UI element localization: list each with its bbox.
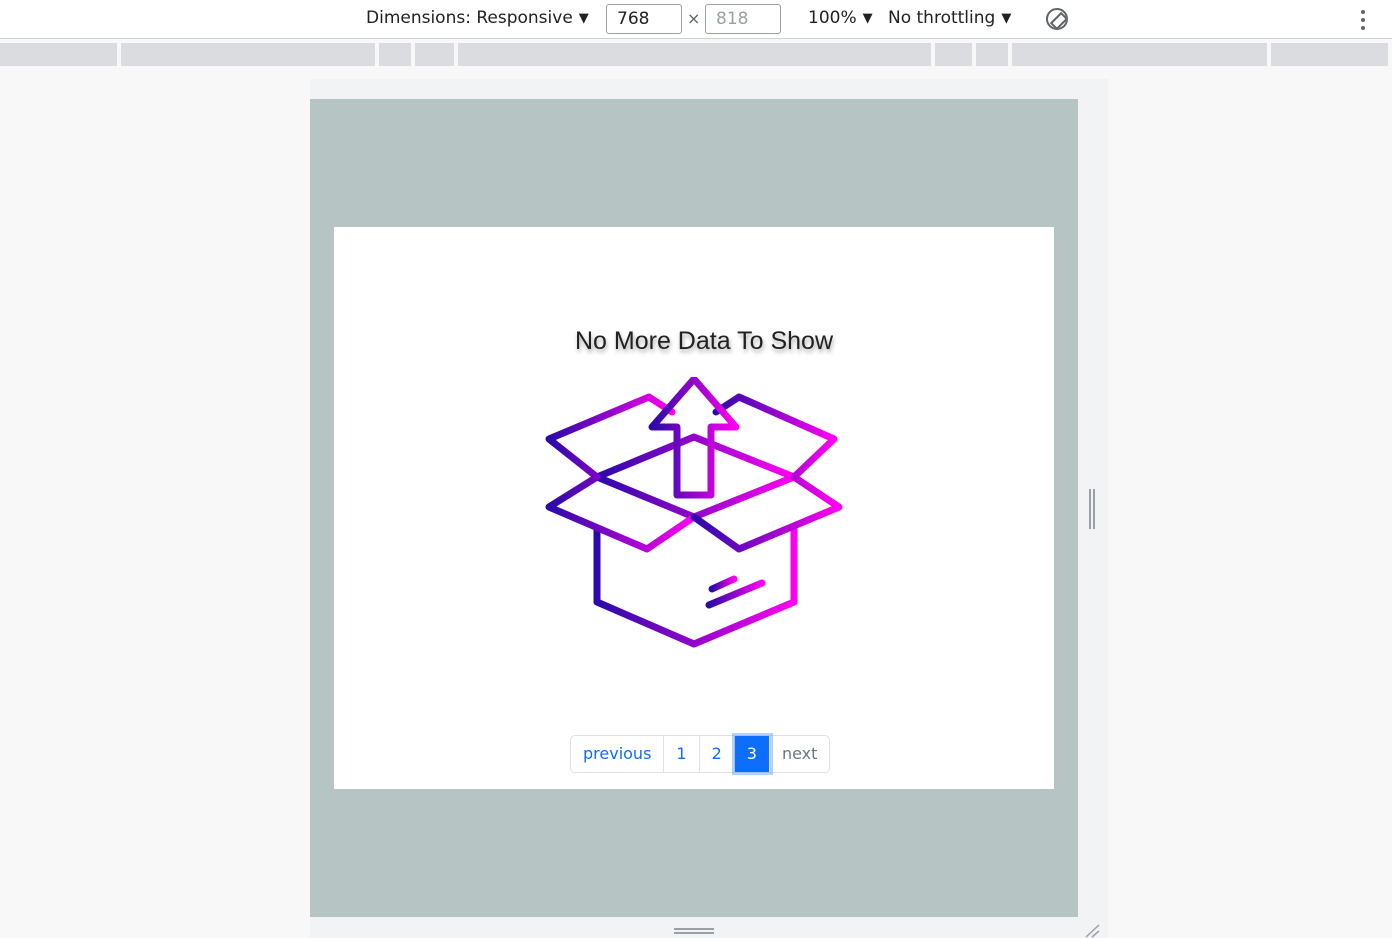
- times-icon: ×: [687, 9, 701, 28]
- page-2-button[interactable]: 2: [700, 736, 735, 772]
- page-1-button[interactable]: 1: [664, 736, 700, 772]
- page-3-button[interactable]: 3: [734, 736, 770, 772]
- dimensions-label: Dimensions: Responsive: [366, 8, 573, 28]
- device-toolbar: Dimensions: Responsive ▼ 768 × 818 100% ▼ …: [0, 0, 1392, 39]
- media-query-segment[interactable]: [458, 43, 931, 66]
- media-query-bar: [0, 43, 1392, 66]
- throttling-label: No throttling: [888, 8, 996, 28]
- media-query-segment[interactable]: [935, 43, 972, 66]
- resize-handle-bottom[interactable]: [674, 928, 714, 936]
- media-query-segment[interactable]: [0, 43, 117, 66]
- next-page-button[interactable]: next: [770, 736, 829, 772]
- zoom-label: 100%: [808, 8, 857, 28]
- media-query-segment[interactable]: [1012, 43, 1267, 66]
- content-card: No More Data To Show previous 1 2 3 next: [334, 227, 1054, 789]
- chevron-down-icon: ▼: [862, 11, 873, 26]
- pagination: previous 1 2 3 next: [570, 735, 831, 773]
- media-query-segment[interactable]: [415, 43, 454, 66]
- dimensions-dropdown[interactable]: Dimensions: Responsive ▼: [366, 8, 589, 28]
- open-box-icon: [545, 377, 843, 648]
- media-query-segment[interactable]: [121, 43, 375, 66]
- media-query-segment[interactable]: [379, 43, 411, 66]
- height-input[interactable]: 818: [705, 4, 781, 34]
- throttling-dropdown[interactable]: No throttling ▼: [888, 8, 1011, 28]
- empty-state-title: No More Data To Show: [575, 327, 833, 355]
- previous-page-button[interactable]: previous: [571, 736, 665, 772]
- more-options-icon[interactable]: [1361, 10, 1365, 30]
- chevron-down-icon: ▼: [1001, 11, 1012, 26]
- resize-handle-right[interactable]: [1089, 489, 1097, 529]
- width-input[interactable]: 768: [606, 4, 682, 34]
- emulated-viewport: No More Data To Show previous 1 2 3 next: [310, 99, 1078, 917]
- media-query-segment[interactable]: [1271, 43, 1388, 66]
- rotate-icon[interactable]: [1046, 8, 1068, 30]
- chevron-down-icon: ▼: [578, 11, 589, 26]
- media-query-segment[interactable]: [976, 43, 1008, 66]
- zoom-dropdown[interactable]: 100% ▼: [808, 8, 873, 28]
- resize-corner-icon[interactable]: [1084, 924, 1100, 938]
